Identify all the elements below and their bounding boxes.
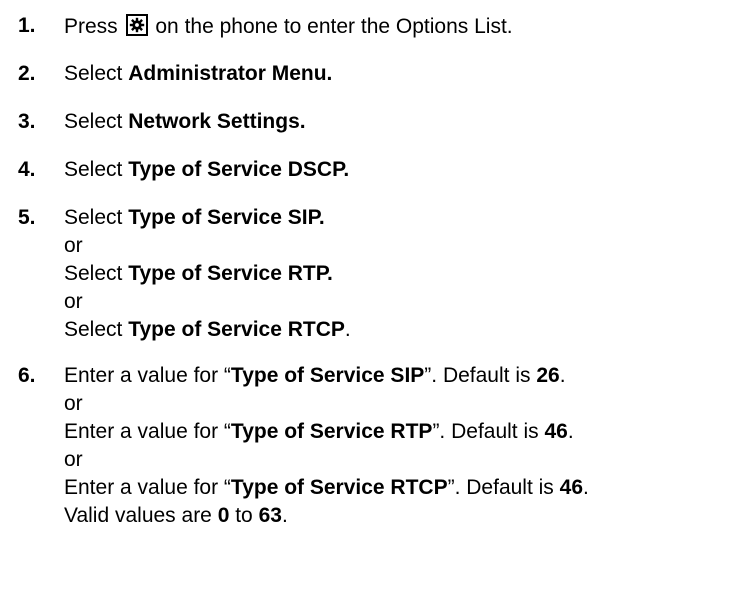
step-2-menu-name: Administrator Menu. xyxy=(128,62,333,85)
step-6-prefix: Enter a value for “ xyxy=(64,420,231,443)
step-2-prefix: Select xyxy=(64,62,123,85)
step-number: 2. xyxy=(18,62,36,85)
step-6-sip-default: 26 xyxy=(536,364,560,387)
or-label: or xyxy=(64,234,83,257)
step-2-text: Select Administrator Menu. xyxy=(64,62,332,86)
step-3-menu-name: Network Settings. xyxy=(128,110,306,133)
step-number: 1. xyxy=(18,14,36,37)
step-6-sip-name: Type of Service SIP xyxy=(230,364,425,387)
valid-suffix: . xyxy=(281,504,288,527)
step-4-prefix: Select xyxy=(64,158,123,181)
step-1-press: Press xyxy=(64,15,118,38)
step-6-rtcp-name: Type of Service RTCP xyxy=(230,476,448,499)
valid-values-note: Valid values are 0 to 63. xyxy=(64,504,288,528)
step-6-option-sip: Enter a value for “Type of Service SIP”.… xyxy=(64,364,566,388)
valid-min-value: 0 xyxy=(217,504,230,527)
step-6-default-label: ”. Default is xyxy=(432,420,545,443)
step-6-suffix: . xyxy=(567,420,574,443)
gear-icon xyxy=(125,14,148,36)
step-6-option-rtcp: Enter a value for “Type of Service RTCP”… xyxy=(64,476,589,500)
step-6-prefix: Enter a value for “ xyxy=(64,364,231,387)
or-label: or xyxy=(64,392,83,415)
step-5-prefix: Select xyxy=(64,262,123,285)
step-number: 5. xyxy=(18,206,36,229)
or-label: or xyxy=(64,290,83,313)
step-number: 4. xyxy=(18,158,36,181)
step-4-menu-name: Type of Service DSCP. xyxy=(128,158,350,181)
valid-max-value: 63 xyxy=(258,504,282,527)
step-6-suffix: . xyxy=(583,476,589,499)
step-6-default-label: ”. Default is xyxy=(447,476,560,499)
step-number: 3. xyxy=(18,110,36,133)
step-6-suffix: . xyxy=(559,364,566,387)
valid-values-label: Valid values are xyxy=(64,504,218,527)
step-6-prefix: Enter a value for “ xyxy=(64,476,231,499)
step-6-rtp-name: Type of Service RTP xyxy=(230,420,433,443)
step-3-prefix: Select xyxy=(64,110,123,133)
step-number: 6. xyxy=(18,364,36,387)
step-6-default-label: ”. Default is xyxy=(424,364,537,387)
step-1-rest: on the phone to enter the Options List. xyxy=(155,15,513,38)
step-5-sip-name: Type of Service SIP. xyxy=(128,206,325,229)
step-6-rtp-default: 46 xyxy=(544,420,568,443)
step-5-suffix: . xyxy=(344,318,351,341)
step-6-option-rtp: Enter a value for “Type of Service RTP”.… xyxy=(64,420,574,444)
step-5-option-rtcp: Select Type of Service RTCP. xyxy=(64,318,351,342)
step-5-rtcp-name: Type of Service RTCP xyxy=(128,318,345,341)
step-3-text: Select Network Settings. xyxy=(64,110,306,134)
step-6-rtcp-default: 46 xyxy=(559,476,584,499)
step-5-rtp-name: Type of Service RTP. xyxy=(128,262,333,285)
step-4-text: Select Type of Service DSCP. xyxy=(64,158,349,182)
step-5-option-rtp: Select Type of Service RTP. xyxy=(64,262,333,286)
step-5-prefix: Select xyxy=(64,206,123,229)
step-5-prefix: Select xyxy=(64,318,123,341)
step-1-text: Press on the phone to enter the Options … xyxy=(64,14,513,39)
valid-range-separator: to xyxy=(229,504,259,527)
or-label: or xyxy=(64,448,83,471)
step-5-option-sip: Select Type of Service SIP. xyxy=(64,206,325,230)
